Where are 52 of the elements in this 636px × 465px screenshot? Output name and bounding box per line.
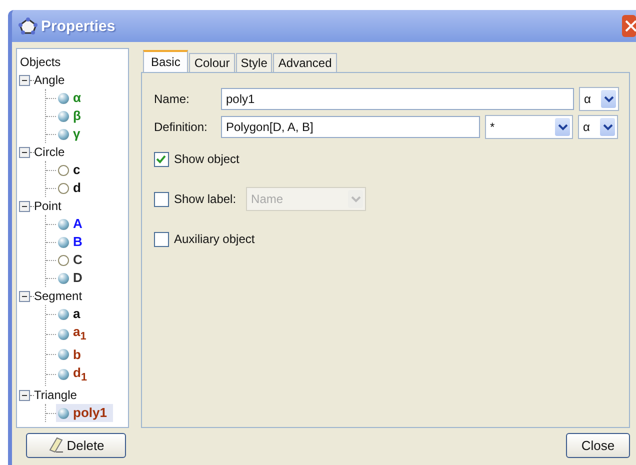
collapse-toggle-icon[interactable] [19,200,30,212]
tree-group[interactable]: Triangle [34,386,77,404]
operator-dropdown[interactable]: * [485,115,573,139]
checkbox[interactable] [154,232,169,246]
tab[interactable]: Style [236,53,272,72]
chevron-down-icon [604,95,614,103]
tree-heading: Objects [19,54,62,71]
tree-item[interactable]: a [56,305,86,323]
tab[interactable]: Advanced [273,53,337,72]
tree-item[interactable]: d [56,179,87,197]
checkbox-label[interactable]: Auxiliary object [174,232,255,246]
tree-item[interactable]: a$_{1}$ [56,323,92,346]
symbol-dropdown[interactable]: α [578,115,618,139]
eraser-icon [48,437,64,453]
tree-group[interactable]: Angle [34,71,65,89]
tree-item[interactable]: poly1 [56,404,113,422]
field-label: Name: [154,92,190,106]
chevron-down-icon [558,123,568,131]
checkbox-label[interactable]: Show object [174,152,240,166]
definition-field[interactable]: Polygon[D, A, B] [221,116,480,138]
window-title: Properties [41,18,116,34]
tree-item[interactable]: c [56,161,86,179]
tree-item[interactable]: b [56,346,87,364]
checkbox[interactable] [154,152,169,166]
tree-group[interactable]: Point [34,197,62,215]
close-icon[interactable] [622,15,636,37]
collapse-toggle-icon[interactable] [19,290,30,302]
checkbox[interactable] [154,192,169,206]
delete-button[interactable]: Delete [26,432,126,458]
chevron-down-icon [350,195,361,203]
tree-group[interactable]: Circle [34,143,65,161]
polygon-icon [18,17,38,35]
collapse-toggle-icon[interactable] [19,390,30,401]
tree-group[interactable]: Segment [34,287,82,305]
tree-item[interactable]: C [56,251,88,269]
tree-item[interactable]: d$_{1}$ [56,364,93,386]
tab[interactable]: Basic [143,50,188,72]
tree-item[interactable]: β [56,107,87,125]
checkbox-label[interactable]: Show label: [174,192,236,206]
name-field[interactable]: poly1 [221,88,574,110]
close-button[interactable]: Close [566,432,630,458]
tree-item[interactable]: γ [56,125,86,143]
tree-item[interactable]: α [56,89,87,107]
chevron-down-icon [602,123,612,131]
tree-item[interactable]: B [56,233,88,251]
collapse-toggle-icon[interactable] [19,74,30,86]
collapse-toggle-icon[interactable] [19,146,30,158]
symbol-dropdown[interactable]: α [579,87,619,111]
tab[interactable]: Colour [189,53,235,72]
tree-item[interactable]: A [56,215,88,233]
tree-item[interactable]: D [56,269,88,287]
field-label: Definition: [154,120,208,134]
